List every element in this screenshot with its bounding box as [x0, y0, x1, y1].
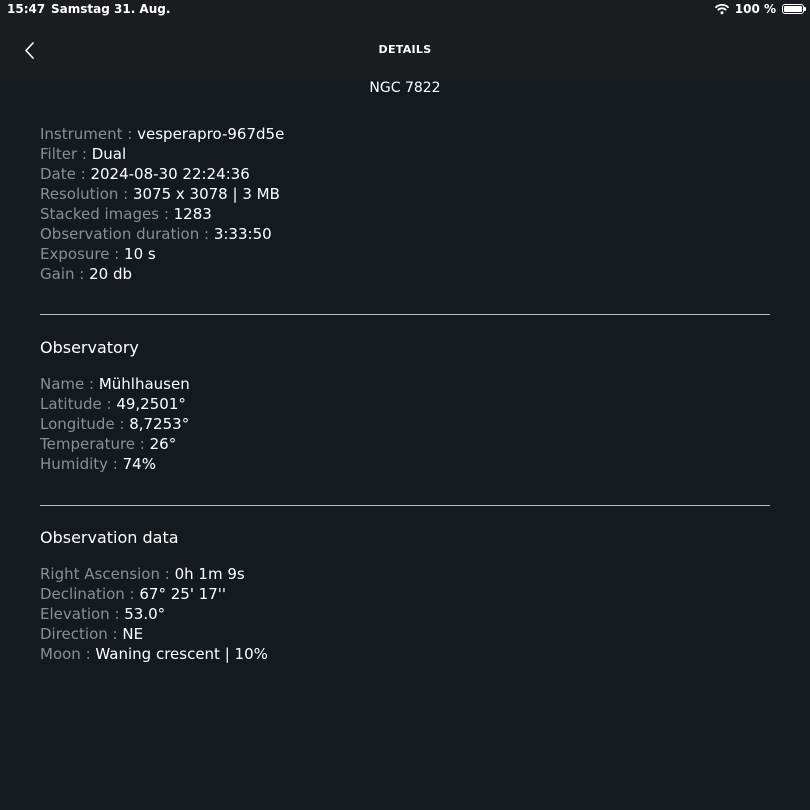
observatory-section: Observatory Name : Mühlhausen Latitude : …	[40, 338, 770, 474]
detail-value: 1283	[173, 205, 212, 223]
detail-value: 3:33:50	[213, 225, 272, 243]
section-divider	[40, 314, 770, 315]
detail-label: Gain :	[40, 265, 90, 283]
detail-value: Waning crescent | 10%	[95, 645, 268, 663]
detail-value: vesperapro-967d5e	[137, 125, 285, 143]
detail-row: Elevation : 53.0°	[40, 604, 770, 624]
detail-label: Stacked images :	[40, 205, 174, 223]
detail-row: Latitude : 49,2501°	[40, 394, 770, 414]
detail-row: Gain : 20 db	[40, 264, 770, 284]
detail-label: Longitude :	[40, 415, 130, 433]
detail-label: Observation duration :	[40, 225, 214, 243]
detail-label: Moon :	[40, 645, 96, 663]
detail-label: Exposure :	[40, 245, 125, 263]
detail-label: Temperature :	[40, 435, 150, 453]
nav-header: DETAILS	[0, 20, 810, 80]
detail-value: 53.0°	[124, 605, 166, 623]
detail-row: Instrument : vesperapro-967d5e	[40, 124, 770, 144]
detail-label: Latitude :	[40, 395, 117, 413]
detail-label: Right Ascension :	[40, 565, 175, 583]
observation-data-list: Right Ascension : 0h 1m 9s Declination : …	[40, 564, 770, 664]
detail-value: 20 db	[89, 265, 132, 283]
detail-row: Date : 2024-08-30 22:24:36	[40, 164, 770, 184]
observatory-heading: Observatory	[40, 338, 139, 357]
detail-row: Observation duration : 3:33:50	[40, 224, 770, 244]
detail-value: 8,7253°	[129, 415, 190, 433]
detail-value: 74%	[122, 455, 156, 473]
status-indicators: 100 %	[714, 2, 806, 16]
detail-label: Elevation :	[40, 605, 125, 623]
detail-row: Filter : Dual	[40, 144, 770, 164]
detail-label: Filter :	[40, 145, 92, 163]
detail-row: Humidity : 74%	[40, 454, 770, 474]
detail-label: Date :	[40, 165, 91, 183]
detail-row: Direction : NE	[40, 624, 770, 644]
detail-value: NE	[122, 625, 144, 643]
detail-label: Direction :	[40, 625, 123, 643]
capture-details-list: Instrument : vesperapro-967d5e Filter : D…	[40, 124, 770, 284]
status-bar: 15:47 Samstag 31. Aug. 100 %	[0, 0, 810, 20]
detail-value: 10 s	[124, 245, 156, 263]
detail-value: 49,2501°	[116, 395, 186, 413]
observation-data-section: Observation data Right Ascension : 0h 1m…	[40, 528, 770, 664]
capture-details-section: Instrument : vesperapro-967d5e Filter : D…	[40, 124, 770, 284]
detail-value: Dual	[91, 145, 127, 163]
detail-row: Longitude : 8,7253°	[40, 414, 770, 434]
detail-value: 2024-08-30 22:24:36	[90, 165, 250, 183]
battery-percentage: 100 %	[734, 2, 776, 16]
detail-row: Right Ascension : 0h 1m 9s	[40, 564, 770, 584]
detail-value: 26°	[149, 435, 177, 453]
observatory-list: Name : Mühlhausen Latitude : 49,2501° Long…	[40, 374, 770, 474]
detail-value: Mühlhausen	[98, 375, 190, 393]
detail-row: Moon : Waning crescent | 10%	[40, 644, 770, 664]
status-date: Samstag 31. Aug.	[51, 2, 171, 16]
section-divider	[40, 505, 770, 506]
detail-label: Name :	[40, 375, 99, 393]
detail-label: Resolution :	[40, 185, 133, 203]
detail-value: 67° 25' 17''	[139, 585, 227, 603]
battery-icon	[782, 4, 806, 14]
wifi-icon	[714, 4, 729, 15]
detail-row: Stacked images : 1283	[40, 204, 770, 224]
status-time: 15:47	[7, 2, 46, 16]
detail-row: Name : Mühlhausen	[40, 374, 770, 394]
detail-row: Resolution : 3075 x 3078 | 3 MB	[40, 184, 770, 204]
observation-data-heading: Observation data	[40, 528, 179, 547]
detail-row: Exposure : 10 s	[40, 244, 770, 264]
page-title: DETAILS	[378, 43, 432, 56]
detail-value: 0h 1m 9s	[174, 565, 245, 583]
details-screen: 15:47 Samstag 31. Aug. 100 % DETAILS NGC…	[0, 0, 810, 810]
detail-row: Declination : 67° 25' 17''	[40, 584, 770, 604]
object-name: NGC 7822	[369, 80, 441, 96]
detail-label: Instrument :	[40, 125, 138, 143]
detail-label: Humidity :	[40, 455, 123, 473]
detail-label: Declination :	[40, 585, 140, 603]
detail-value: 3075 x 3078 | 3 MB	[132, 185, 280, 203]
detail-row: Temperature : 26°	[40, 434, 770, 454]
